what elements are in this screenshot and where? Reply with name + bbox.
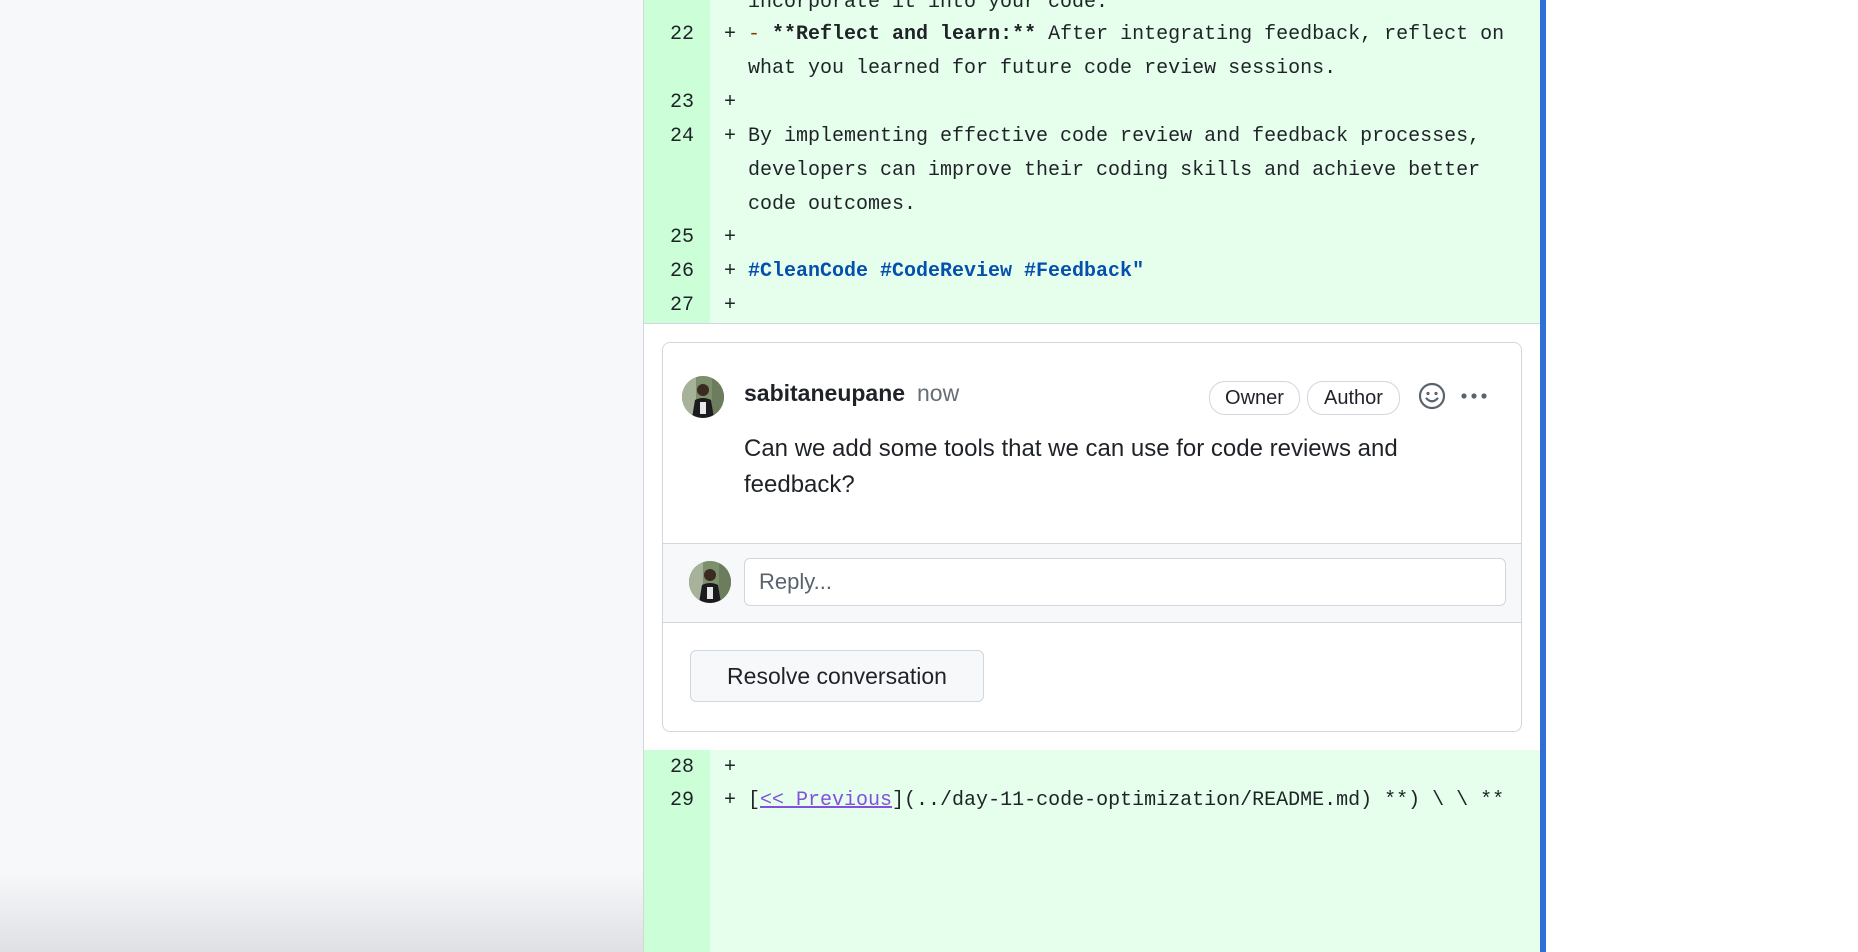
comment-timestamp[interactable]: now [917, 380, 959, 407]
smiley-icon[interactable] [1417, 381, 1447, 411]
line-number[interactable]: 29 [644, 784, 694, 818]
diff-line: 26 + #CleanCode #CodeReview #Feedback" [644, 255, 1540, 289]
avatar[interactable] [682, 376, 724, 418]
previous-link[interactable]: << Previous [760, 789, 892, 812]
author-badge: Author [1307, 381, 1400, 415]
code-text: #CleanCode #CodeReview #Feedback" [748, 255, 1520, 289]
added-marker: + [724, 91, 737, 114]
resolve-conversation-button[interactable]: Resolve conversation [690, 650, 984, 702]
line-number[interactable]: 28 [644, 751, 694, 785]
reply-section [663, 543, 1521, 623]
line-number[interactable]: 23 [644, 86, 694, 120]
comment-body: Can we add some tools that we can use fo… [744, 435, 1398, 498]
diff-line: 24 + By implementing effective code revi… [644, 120, 1540, 222]
added-marker: + [724, 226, 737, 249]
diff-line: 25 + [644, 221, 1540, 255]
code-text: [<< Previous](../day-11-code-optimizatio… [748, 789, 1505, 812]
kebab-horizontal-icon[interactable] [1459, 383, 1489, 409]
code-text-rest: ](../day-11-code-optimization/README.md)… [892, 789, 1505, 812]
left-pane [0, 0, 643, 952]
diff-line: 29 + [<< Previous](../day-11-code-optimi… [644, 784, 1540, 818]
diff-line: incorporate it into your code. [644, 0, 1540, 20]
right-blank-area [1546, 0, 1858, 952]
added-marker: + [724, 789, 737, 812]
diff-line: 23 + [644, 86, 1540, 120]
diff-line: 27 + [644, 289, 1540, 323]
diff-block-top: incorporate it into your code. 22 + - **… [644, 0, 1540, 323]
line-number[interactable]: 24 [644, 120, 694, 154]
line-number[interactable]: 22 [644, 18, 694, 52]
added-marker: + [724, 294, 737, 317]
code-text: incorporate it into your code. [748, 0, 1109, 14]
closing-quote: " [1132, 260, 1145, 283]
bold-text: **Reflect and learn:** [772, 23, 1037, 46]
reply-input[interactable] [744, 558, 1506, 606]
selection-indicator-bar [1540, 0, 1546, 952]
left-pane-shade [0, 872, 643, 952]
hashtags: #CleanCode #CodeReview #Feedback [748, 260, 1133, 283]
code-text: - **Reflect and learn:** After integrati… [748, 18, 1520, 86]
review-comment-card: sabitaneupane now Owner Author Can we ad… [662, 342, 1522, 732]
line-number[interactable]: 25 [644, 221, 694, 255]
added-marker: + [724, 125, 737, 148]
code-text: By implementing effective code review an… [748, 125, 1493, 216]
line-number[interactable]: 26 [644, 255, 694, 289]
added-marker: + [724, 260, 737, 283]
comment-author[interactable]: sabitaneupane [744, 380, 905, 407]
avatar-image [682, 376, 724, 418]
added-marker: + [724, 756, 737, 779]
line-number[interactable]: 27 [644, 289, 694, 323]
owner-badge: Owner [1209, 381, 1300, 415]
avatar-image [689, 561, 731, 603]
avatar [689, 561, 731, 603]
diff-line: 28 + [644, 751, 1540, 785]
diff-block-bottom: 28 + 29 + [<< Previous](../day-11-code-o… [644, 750, 1540, 952]
list-dash: - [748, 23, 761, 46]
added-marker: + [724, 23, 737, 46]
diff-line: 22 + - **Reflect and learn:** After inte… [644, 18, 1540, 86]
comment-thread-area: sabitaneupane now Owner Author Can we ad… [644, 323, 1540, 752]
